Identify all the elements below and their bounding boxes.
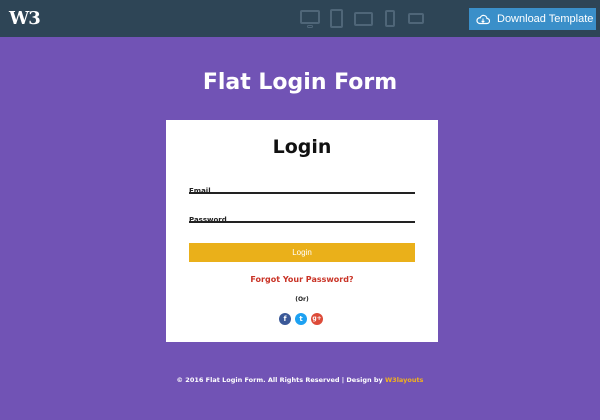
email-field[interactable] <box>189 184 415 198</box>
login-button[interactable]: Login <box>189 243 415 262</box>
facebook-icon[interactable]: f <box>279 313 291 325</box>
footer-copyright: © 2016 Flat Login Form. All Rights Reser… <box>176 376 386 384</box>
forgot-password-link[interactable]: Forgot Your Password? <box>166 275 438 284</box>
phone-landscape-icon[interactable] <box>408 13 424 24</box>
email-field-container <box>189 178 415 198</box>
password-field[interactable] <box>189 213 415 227</box>
footer-brand-link[interactable]: W3layouts <box>385 376 423 384</box>
tablet-portrait-icon[interactable] <box>330 9 343 28</box>
desktop-stand <box>307 25 313 28</box>
w3-logo[interactable]: W3 <box>9 8 41 29</box>
tablet-landscape-icon[interactable] <box>354 12 373 26</box>
download-template-label: Download Template <box>497 13 594 25</box>
login-card: Login Login Forgot Your Password? (Or) f… <box>166 120 438 342</box>
twitter-icon[interactable]: t <box>295 313 307 325</box>
login-title: Login <box>272 136 332 158</box>
or-divider: (Or) <box>295 296 309 303</box>
footer: © 2016 Flat Login Form. All Rights Reser… <box>0 376 600 384</box>
password-field-container <box>189 207 415 227</box>
phone-portrait-icon[interactable] <box>385 10 395 27</box>
cloud-download-icon <box>476 14 490 24</box>
page-title: Flat Login Form <box>202 70 398 95</box>
download-template-button[interactable]: Download Template <box>469 8 596 30</box>
desktop-icon[interactable] <box>300 10 320 24</box>
top-bar: W3 Download Template <box>0 0 600 37</box>
google-plus-icon[interactable]: g+ <box>311 313 323 325</box>
